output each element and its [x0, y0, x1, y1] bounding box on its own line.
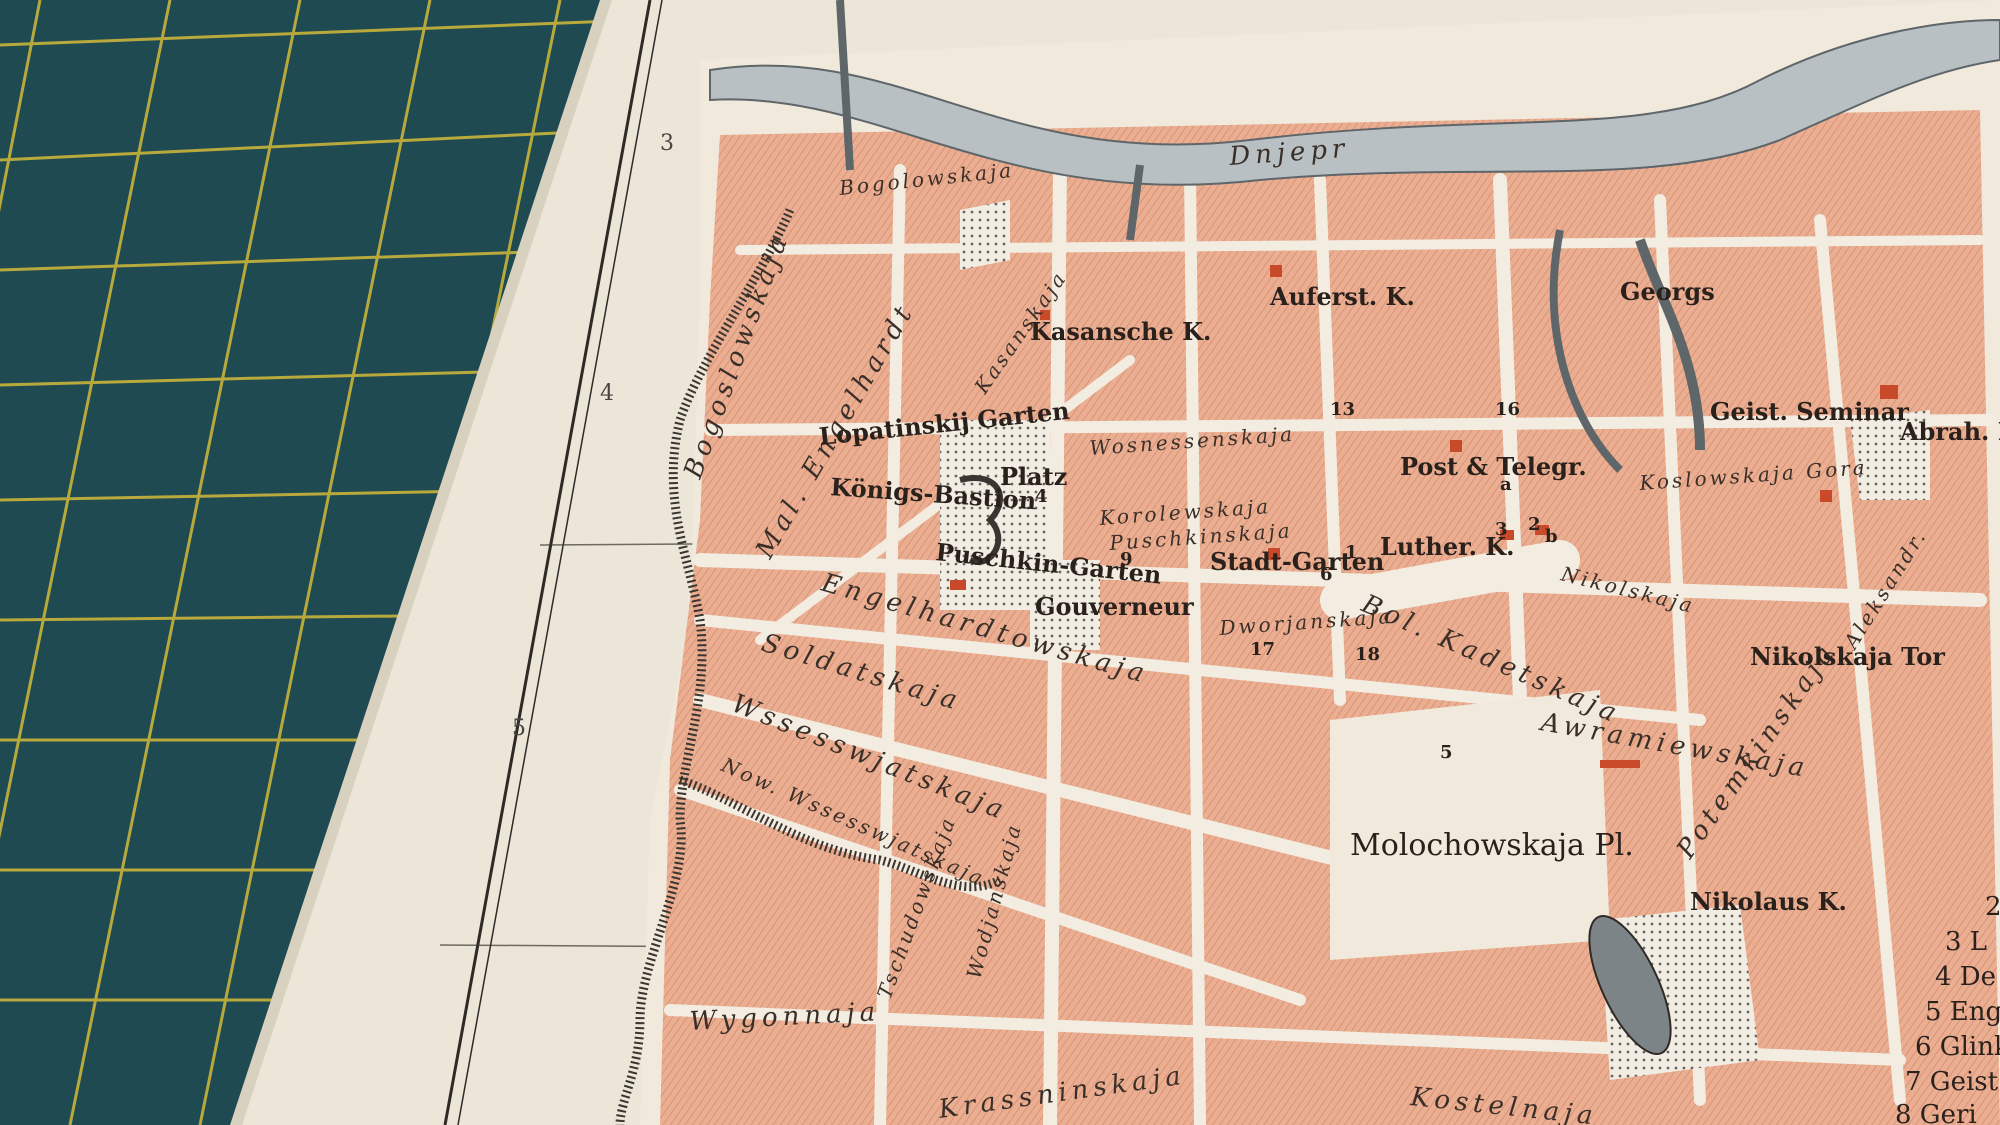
reference-number: 4	[1035, 486, 1048, 507]
place-label: Molochowskaja Pl.	[1350, 828, 1634, 863]
place-label: Nikolaus K.	[1690, 887, 1847, 916]
legend-entry: 6 Glink	[1915, 1032, 2000, 1062]
place-label: Geist. Seminar	[1710, 397, 1909, 426]
reference-number: 2	[1528, 514, 1541, 535]
legend-entry: 8 Geri	[1895, 1100, 1977, 1125]
place-label: Georgs	[1620, 277, 1715, 306]
place-label: Abrah. Kloster	[1899, 417, 2000, 446]
legend-entry: 3 L	[1945, 927, 1987, 957]
place-label: Nikolskaja Tor	[1750, 642, 1945, 671]
place-label: Gouverneur	[1035, 592, 1194, 621]
grid-number-4: 4	[600, 381, 614, 406]
reference-number: a	[1500, 474, 1512, 495]
place-label: Stadt-Garten	[1210, 547, 1384, 576]
reference-number: 9	[1120, 549, 1133, 570]
reference-number: 6	[1320, 564, 1333, 585]
legend-entry: 2	[1985, 892, 2000, 922]
grid-number-3: 3	[660, 131, 674, 156]
place-label: Kasansche K.	[1030, 317, 1211, 346]
reference-number: 17	[1250, 639, 1275, 660]
reference-number: 16	[1495, 399, 1520, 420]
legend-entry: 4 De	[1935, 962, 1996, 992]
reference-number: b	[1545, 526, 1558, 547]
reference-number: 3	[1495, 519, 1508, 540]
place-label: Auferst. K.	[1269, 282, 1415, 311]
place-label: Post & Telegr.	[1400, 452, 1587, 481]
reference-number: 1	[1345, 542, 1358, 563]
grid-number-5: 5	[512, 716, 526, 741]
legend-entry: 7 Geist	[1905, 1067, 1999, 1097]
legend-entry: 5 Eng	[1925, 997, 2000, 1027]
reference-number: 5	[1440, 742, 1453, 763]
reference-number: 13	[1330, 399, 1355, 420]
reference-number: 18	[1355, 644, 1380, 665]
map-photo-scene: 3 4 5 Dnjepr Bogoslowskaja Mal. Engelhar…	[0, 0, 2000, 1125]
